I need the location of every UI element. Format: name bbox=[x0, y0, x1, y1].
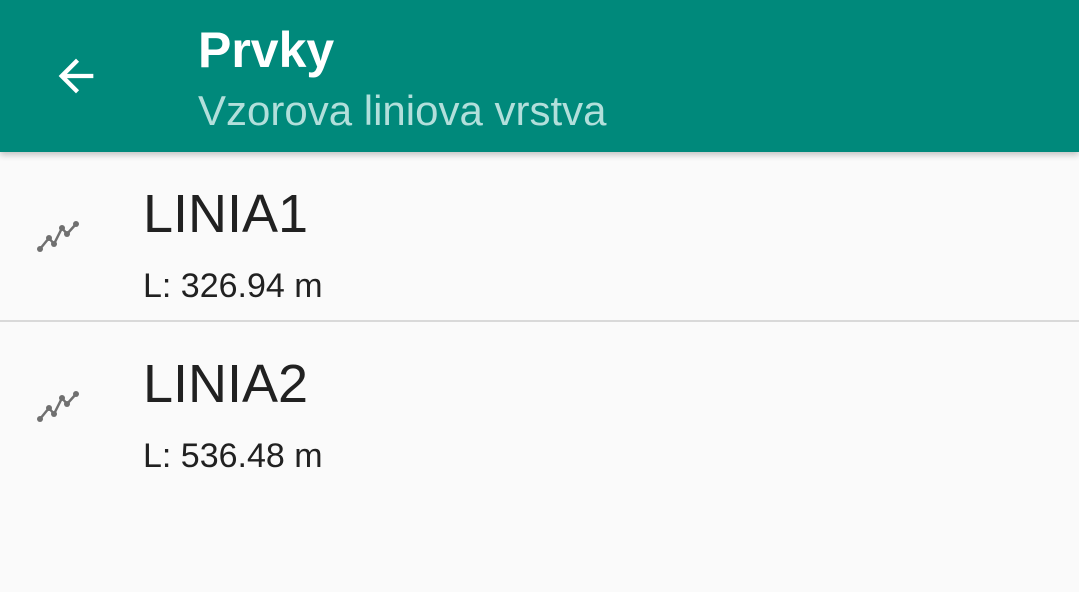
arrow-back-icon bbox=[58, 58, 94, 94]
layer-subtitle: Vzorova liniova vrstva bbox=[198, 87, 607, 134]
feature-name: LINIA2 bbox=[143, 354, 309, 414]
app-bar-titles: Prvky Vzorova liniova vrstva bbox=[198, 18, 607, 138]
feature-name: LINIA1 bbox=[143, 184, 309, 244]
polyline-icon bbox=[37, 391, 79, 422]
polyline-icon bbox=[37, 221, 79, 252]
feature-length: L: 536.48 m bbox=[143, 437, 323, 475]
app-bar: Prvky Vzorova liniova vrstva bbox=[0, 0, 1079, 152]
feature-list-item[interactable]: LINIA1 L: 326.94 m bbox=[0, 152, 1079, 322]
feature-list: LINIA1 L: 326.94 m LINIA2 L: 536.48 m bbox=[0, 152, 1079, 490]
page-title: Prvky bbox=[198, 22, 335, 78]
feature-length: L: 326.94 m bbox=[143, 267, 323, 305]
feature-list-item[interactable]: LINIA2 L: 536.48 m bbox=[0, 322, 1079, 490]
back-button[interactable] bbox=[36, 36, 116, 116]
